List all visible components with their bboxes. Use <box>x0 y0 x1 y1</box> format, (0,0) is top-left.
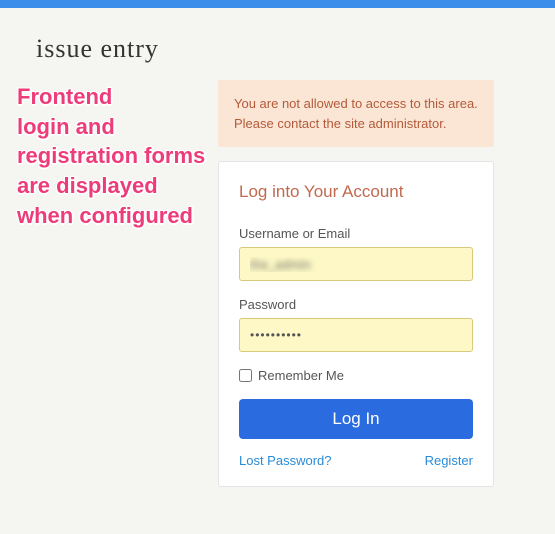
login-card: Log into Your Account Username or Email … <box>218 161 494 487</box>
login-title: Log into Your Account <box>239 182 473 202</box>
login-links: Lost Password? Register <box>239 453 473 468</box>
password-input[interactable] <box>239 318 473 352</box>
site-title: issue entry <box>36 34 555 64</box>
right-column: You are not allowed to access to this ar… <box>218 80 494 487</box>
remember-me-label: Remember Me <box>258 368 344 383</box>
access-denied-alert: You are not allowed to access to this ar… <box>218 80 494 147</box>
password-label: Password <box>239 297 473 312</box>
login-button[interactable]: Log In <box>239 399 473 439</box>
annotation-overlay: Frontend login and registration forms ar… <box>17 82 205 230</box>
register-link[interactable]: Register <box>425 453 473 468</box>
top-accent-bar <box>0 0 555 8</box>
remember-me-row[interactable]: Remember Me <box>239 368 473 383</box>
username-label: Username or Email <box>239 226 473 241</box>
lost-password-link[interactable]: Lost Password? <box>239 453 332 468</box>
remember-me-checkbox[interactable] <box>239 369 252 382</box>
username-input[interactable] <box>239 247 473 281</box>
